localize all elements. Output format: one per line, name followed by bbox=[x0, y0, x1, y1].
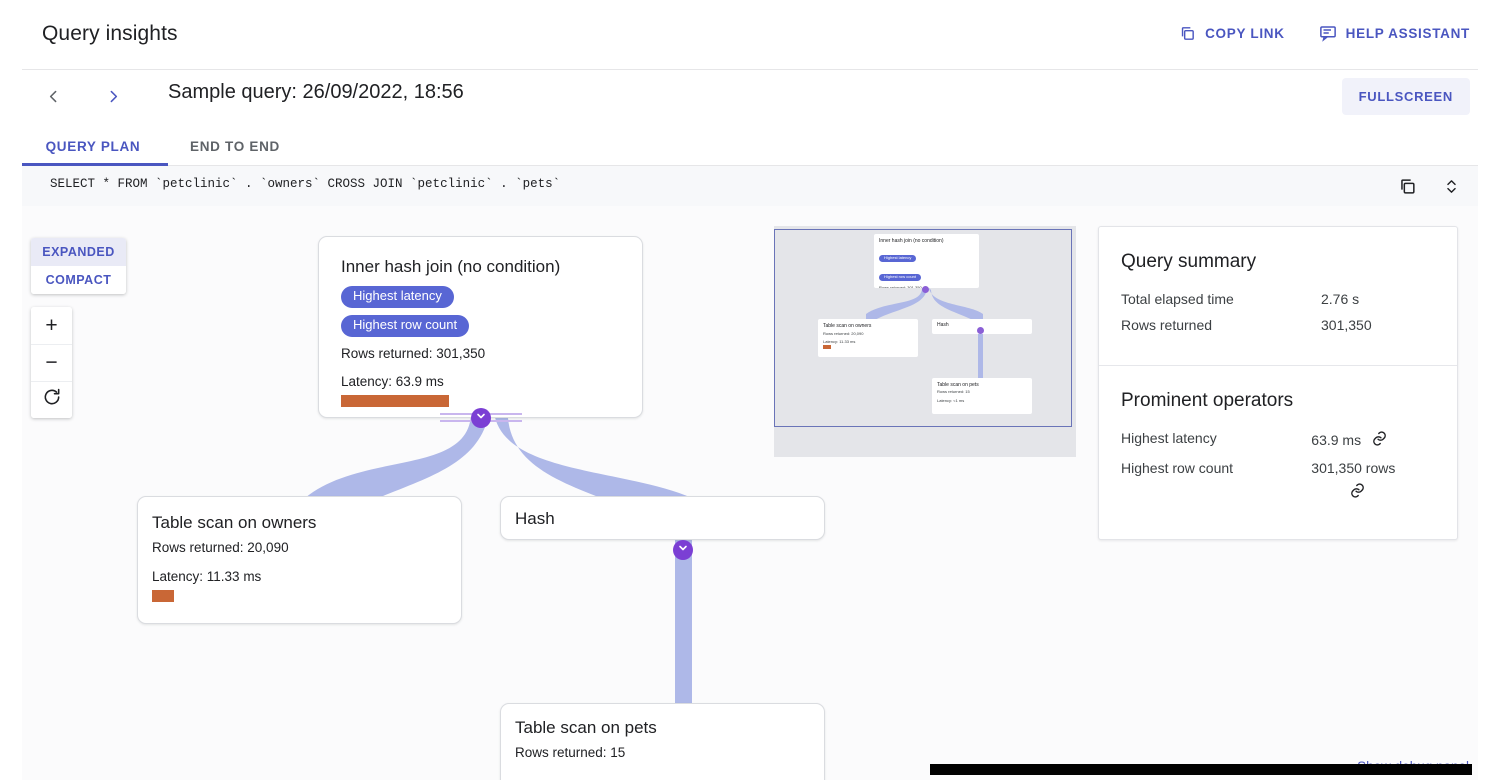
chevron-right-icon bbox=[105, 88, 122, 109]
tab-query-plan[interactable]: QUERY PLAN bbox=[18, 126, 168, 166]
plan-node-latency: Latency: 11.33 ms bbox=[152, 569, 262, 584]
plan-node-title: Table scan on owners bbox=[152, 513, 317, 532]
chevron-left-icon bbox=[45, 88, 62, 109]
summary-row-key: Rows returned bbox=[1121, 317, 1213, 333]
minimap-viewport-rect[interactable] bbox=[774, 229, 1072, 427]
chat-assistant-icon bbox=[1319, 24, 1337, 42]
sql-statement-text: SELECT * FROM `petclinic` . `owners` CRO… bbox=[50, 177, 561, 191]
tab-end-to-end[interactable]: END TO END bbox=[190, 126, 280, 166]
link-icon[interactable] bbox=[1371, 430, 1388, 450]
plan-node-title: Inner hash join (no condition) bbox=[341, 257, 561, 276]
query-title: Sample query: 26/09/2022, 18:56 bbox=[168, 81, 464, 103]
summary-row-value: 2.76 s bbox=[1321, 291, 1360, 307]
tab-bar: QUERY PLAN END TO END bbox=[0, 126, 1500, 166]
previous-query-button[interactable] bbox=[34, 79, 72, 117]
summary-title: Query summary bbox=[1121, 251, 1257, 272]
sql-statement-bar: SELECT * FROM `petclinic` . `owners` CRO… bbox=[22, 166, 1478, 206]
plan-node-table-scan-pets[interactable]: Table scan on pets Rows returned: 15 bbox=[500, 703, 825, 780]
plan-node-hash[interactable]: Hash bbox=[500, 496, 825, 540]
operator-row-value: 63.9 ms bbox=[1311, 432, 1362, 448]
operator-row-key: Highest latency bbox=[1121, 430, 1217, 446]
summary-row: Rows returned 301,350 bbox=[1121, 317, 1435, 333]
expander-join-children[interactable] bbox=[471, 408, 491, 428]
plan-node-rows-returned: Rows returned: 20,090 bbox=[152, 540, 289, 555]
plan-node-table-scan-owners[interactable]: Table scan on owners Rows returned: 20,0… bbox=[137, 496, 462, 624]
latency-bar bbox=[341, 394, 449, 407]
badge-highest-row-count: Highest row count bbox=[341, 314, 470, 337]
plan-node-rows-returned: Rows returned: 15 bbox=[515, 745, 626, 760]
badge-highest-latency: Highest latency bbox=[341, 286, 454, 308]
prominent-operators-title: Prominent operators bbox=[1121, 390, 1294, 411]
prominent-operators-section: Prominent operators Highest latency 63.9… bbox=[1099, 365, 1457, 534]
next-query-button[interactable] bbox=[94, 79, 132, 117]
right-gutter bbox=[1478, 0, 1500, 780]
header-actions: COPY LINK HELP ASSISTANT bbox=[1179, 24, 1470, 42]
help-assistant-label: HELP ASSISTANT bbox=[1345, 25, 1470, 41]
copy-link-label: COPY LINK bbox=[1205, 25, 1285, 41]
summary-row: Total elapsed time 2.76 s bbox=[1121, 291, 1435, 307]
query-plan-canvas[interactable]: EXPANDED COMPACT + − Inner hash join (no… bbox=[22, 206, 1478, 780]
horizontal-scrollbar[interactable] bbox=[930, 764, 1472, 775]
operator-row-value: 301,350 rows bbox=[1311, 460, 1396, 476]
chevron-down-icon bbox=[677, 541, 689, 559]
tab-end-to-end-label: END TO END bbox=[190, 138, 281, 154]
sql-bar-actions bbox=[1398, 176, 1460, 202]
copy-icon bbox=[1179, 25, 1196, 42]
expander-hash-children[interactable] bbox=[673, 540, 693, 560]
link-icon[interactable] bbox=[1349, 482, 1366, 502]
query-insights-page: Query insights COPY LINK HELP ASSISTANT … bbox=[0, 0, 1500, 780]
app-header: Query insights COPY LINK HELP ASSISTANT bbox=[0, 0, 1500, 70]
plan-node-title: Table scan on pets bbox=[515, 718, 657, 737]
plan-node-latency: Latency: 63.9 ms bbox=[341, 373, 444, 389]
operator-row-key: Highest row count bbox=[1121, 460, 1234, 476]
plan-node-inner-hash-join[interactable]: Inner hash join (no condition) Highest l… bbox=[318, 236, 643, 418]
fullscreen-button[interactable]: FULLSCREEN bbox=[1341, 78, 1470, 115]
summary-row-value: 301,350 bbox=[1321, 317, 1372, 333]
minimap-expander-hash bbox=[977, 327, 984, 334]
operator-row: Highest row count 301,350 rows bbox=[1121, 460, 1435, 502]
plan-node-rows-returned: Rows returned: 301,350 bbox=[341, 345, 486, 361]
copy-link-button[interactable]: COPY LINK bbox=[1179, 25, 1285, 42]
copy-icon[interactable] bbox=[1398, 177, 1417, 201]
plan-node-title: Hash bbox=[515, 509, 555, 528]
operator-row: Highest latency 63.9 ms bbox=[1121, 430, 1435, 450]
help-assistant-button[interactable]: HELP ASSISTANT bbox=[1319, 24, 1470, 42]
query-summary-panel: Query summary Total elapsed time 2.76 s … bbox=[1098, 226, 1458, 540]
edge-hash-to-pets bbox=[675, 540, 692, 705]
unfold-more-icon[interactable] bbox=[1443, 176, 1460, 202]
latency-bar bbox=[152, 590, 174, 602]
summary-row-key: Total elapsed time bbox=[1121, 291, 1234, 307]
summary-section: Query summary Total elapsed time 2.76 s … bbox=[1099, 227, 1457, 365]
minimap-expander-join bbox=[922, 286, 929, 293]
tab-query-plan-label: QUERY PLAN bbox=[45, 138, 141, 154]
page-title: Query insights bbox=[42, 22, 178, 45]
chevron-down-icon bbox=[475, 409, 487, 427]
left-gutter bbox=[0, 0, 22, 780]
